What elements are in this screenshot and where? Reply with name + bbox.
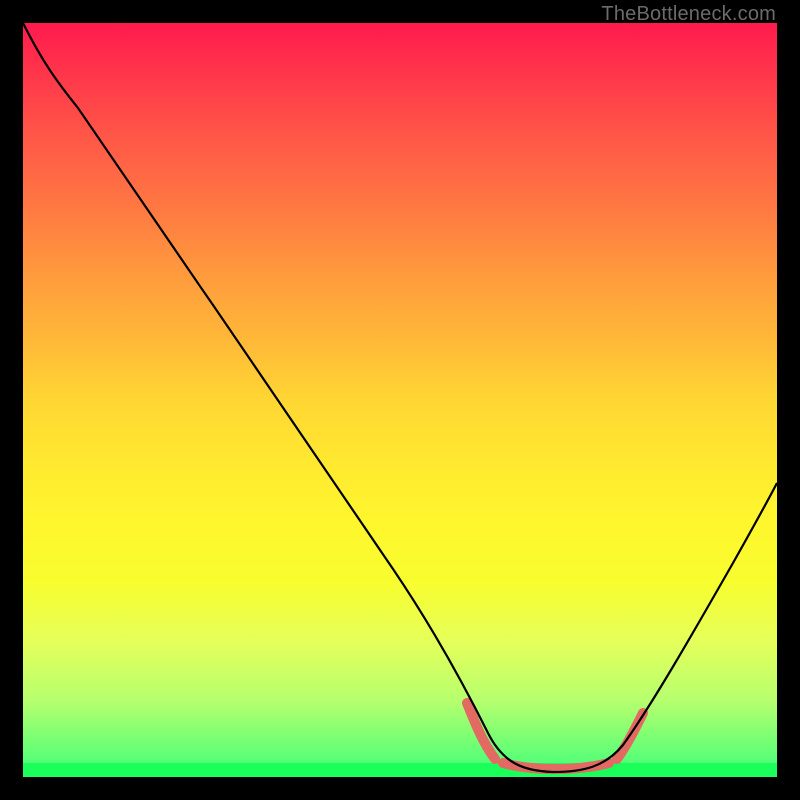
highlight-left-descent bbox=[467, 703, 495, 759]
plot-area bbox=[23, 23, 777, 777]
chart-container: TheBottleneck.com bbox=[0, 0, 800, 800]
bottleneck-curve bbox=[23, 23, 777, 772]
curve-svg bbox=[23, 23, 777, 777]
